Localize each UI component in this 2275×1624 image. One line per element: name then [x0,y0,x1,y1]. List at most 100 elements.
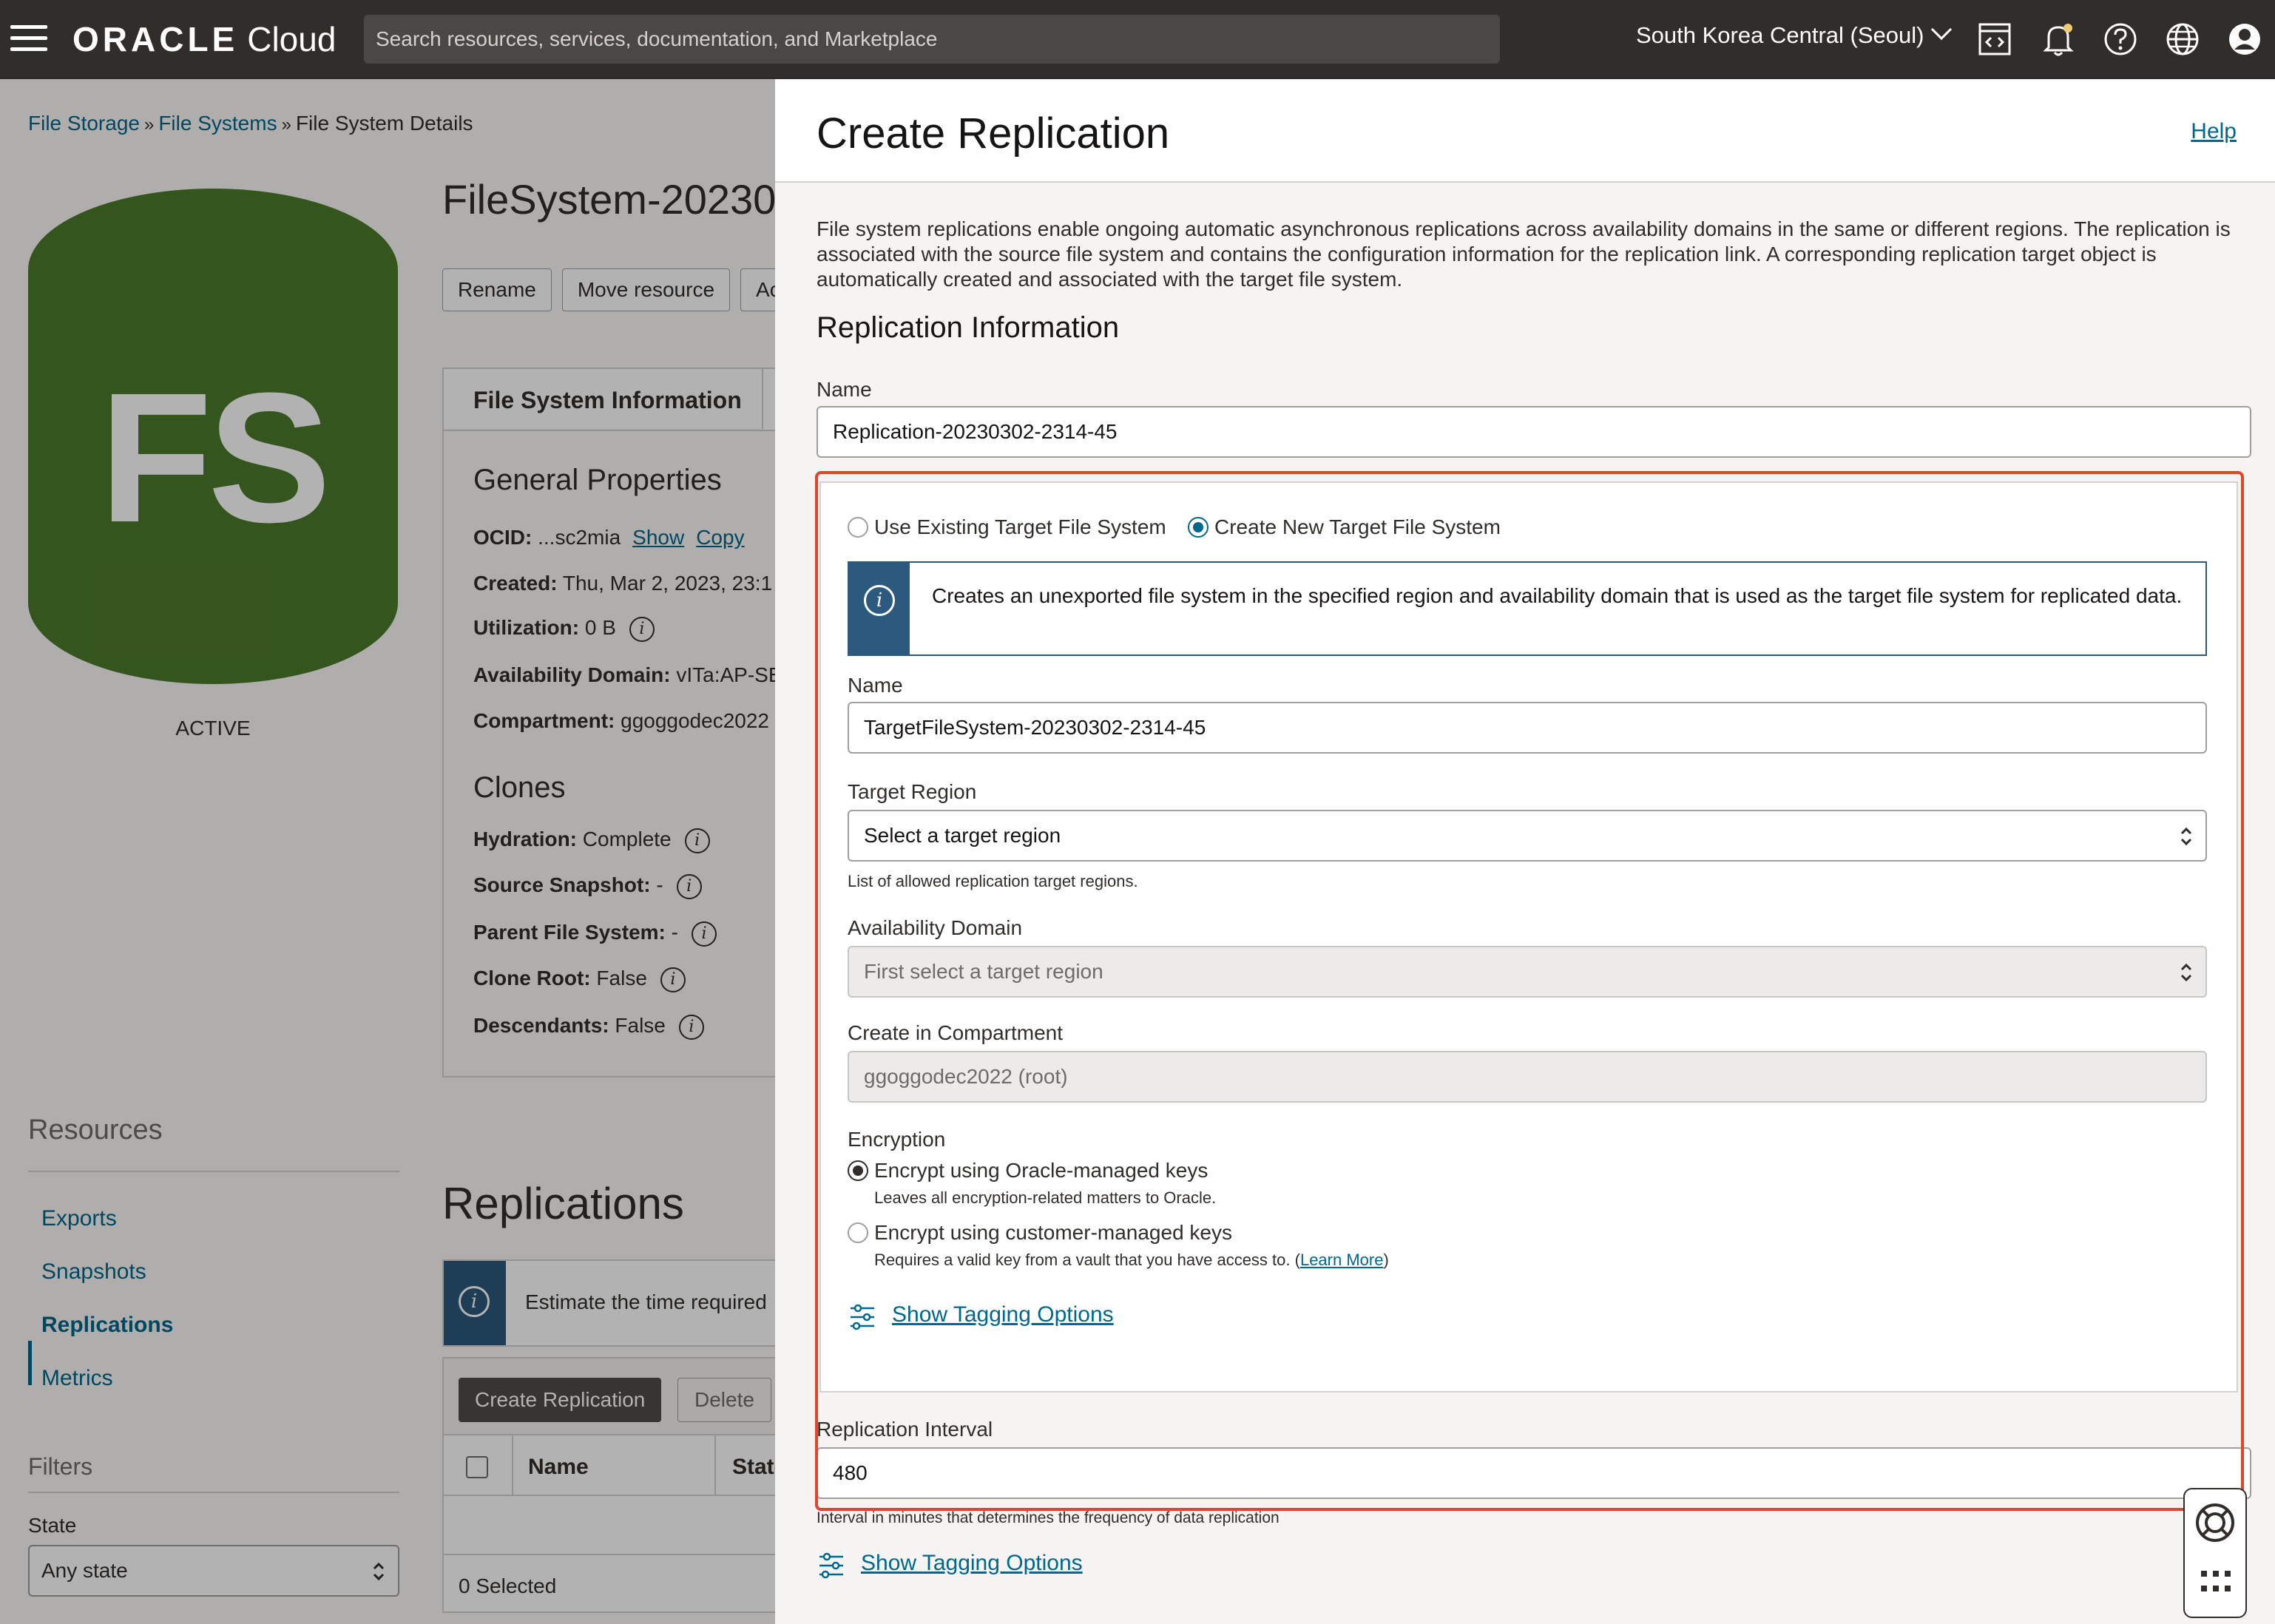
ocid-row: OCID: ...sc2mia Show Copy [473,526,745,549]
create-replication-panel: Create Replication Help File system repl… [775,79,2275,1624]
file-system-details-page: File Storage» File Systems» File System De… [0,79,775,1624]
estimate-callout: i Estimate the time required [442,1259,775,1347]
descendants-row: Descendants: False i [473,1014,704,1040]
breadcrumb: File Storage» File Systems» File System De… [28,112,473,135]
oracle-cloud-logo[interactable]: ORACLE Cloud [72,19,336,59]
learn-more-link[interactable]: Learn More [1300,1251,1384,1269]
availability-domain-select[interactable]: First select a target region [848,946,2207,998]
encryption-label: Encryption [848,1128,946,1151]
divider [28,1171,399,1172]
more-actions-button[interactable]: Ac [740,268,775,311]
create-new-target-radio[interactable]: Create New Target File System [1188,515,1501,539]
clones-heading: Clones [473,771,566,804]
tab-body: General Properties OCID: ...sc2mia Show Co… [444,430,775,1076]
replication-interval-hint: Interval in minutes that determines the … [817,1509,1280,1526]
show-tagging-options-link[interactable]: Show Tagging Options [861,1551,1083,1576]
customer-managed-keys-radio[interactable]: Encrypt using customer-managed keys [848,1221,1232,1245]
breadcrumb-current: File System Details [295,112,473,135]
ocid-copy-link[interactable]: Copy [696,526,744,549]
target-name-label: Name [848,674,903,697]
help-link[interactable]: Help [2191,119,2237,144]
clone-root-row: Clone Root: False i [473,967,686,992]
region-selector[interactable]: South Korea Central (Seoul) [1636,18,1953,49]
active-indicator [28,1341,32,1385]
info-icon[interactable]: i [629,616,655,642]
source-snapshot-row: Source Snapshot: -i [473,873,702,899]
chevron-down-icon [1931,18,1953,41]
hydration-row: Hydration: Complete i [473,828,710,853]
global-search-input[interactable] [364,15,1500,64]
replication-name-input[interactable] [817,406,2251,458]
panel-title: Create Replication [817,109,1170,158]
name-label: Name [817,378,872,401]
file-system-badge: FS [28,189,398,684]
created-row: Created: Thu, Mar 2, 2023, 23:1 [473,572,773,595]
resources-heading: Resources [28,1114,163,1146]
ocid-show-link[interactable]: Show [632,526,684,549]
panel-header: Create Replication Help [775,79,2275,183]
user-icon[interactable] [2223,18,2266,61]
column-header-state[interactable]: State [732,1455,775,1480]
details-tab-container: General Properties OCID: ...sc2mia Show Co… [442,368,775,1077]
target-region-select[interactable]: Select a target region [848,810,2207,862]
status-label: ACTIVE [175,717,251,740]
grid-icon [2201,1571,2231,1591]
breadcrumb-file-storage[interactable]: File Storage [28,112,140,135]
state-filter-label: State [28,1514,77,1537]
oracle-managed-keys-hint: Leaves all encryption-related matters to… [874,1188,1217,1207]
use-existing-target-radio[interactable]: Use Existing Target File System [848,515,1166,539]
tag-options-icon [851,1304,874,1330]
replication-interval-label: Replication Interval [817,1418,993,1441]
tab-file-system-information[interactable]: File System Information [444,369,763,430]
resource-link-replications[interactable]: Replications [41,1313,173,1338]
support-widget[interactable] [2183,1488,2247,1618]
top-navigation-bar: ORACLECloud South Korea Central (Seoul) [0,0,2275,79]
compartment-select[interactable]: ggoggodec2022 (root) [848,1051,2207,1103]
action-buttons: Rename Move resource Ac [442,268,775,311]
table-footer: 0 Selected [444,1554,775,1613]
menu-icon[interactable] [10,25,49,53]
replication-information-heading: Replication Information [817,311,1120,344]
info-icon[interactable]: i [691,921,717,947]
info-icon[interactable]: i [678,1014,704,1040]
resource-link-exports[interactable]: Exports [41,1206,117,1231]
state-filter-select[interactable]: Any state [28,1545,399,1597]
help-icon[interactable] [2099,18,2142,61]
select-chevron-icon [2180,827,2192,846]
info-icon[interactable]: i [676,873,702,899]
filters-heading: Filters [28,1453,93,1480]
info-icon[interactable]: i [684,828,710,853]
resource-link-snapshots[interactable]: Snapshots [41,1259,146,1285]
code-editor-icon[interactable] [1973,18,2016,61]
globe-icon[interactable] [2161,18,2204,61]
parent-file-system-row: Parent File System: -i [473,921,717,947]
replications-heading: Replications [442,1179,684,1228]
replication-interval-input[interactable] [817,1447,2251,1499]
tag-options-icon [819,1552,843,1579]
resource-link-metrics[interactable]: Metrics [41,1366,113,1391]
utilization-row: Utilization: 0 Bi [473,616,655,642]
oracle-managed-keys-radio[interactable]: Encrypt using Oracle-managed keys [848,1159,1208,1183]
target-region-hint: List of allowed replication target regio… [848,872,1138,890]
move-resource-button[interactable]: Move resource [561,268,731,311]
compartment-label: Create in Compartment [848,1021,1064,1044]
table-toolbar: Create Replication Delete [444,1359,775,1435]
show-tagging-options-link-target[interactable]: Show Tagging Options [892,1302,1114,1327]
target-name-input[interactable] [848,702,2207,754]
info-callout: i Creates an unexported file system in t… [848,561,2207,656]
delete-button[interactable]: Delete [677,1378,771,1422]
rename-button[interactable]: Rename [442,268,552,311]
select-all-checkbox[interactable] [466,1456,488,1478]
column-header-name[interactable]: Name [528,1455,589,1480]
breadcrumb-file-systems[interactable]: File Systems [158,112,277,135]
divider [28,1492,399,1493]
lifebuoy-icon [2196,1503,2234,1542]
target-region-label: Target Region [848,780,977,803]
info-icon[interactable]: i [660,967,686,992]
info-icon: i [864,585,895,616]
table-header: Name State [444,1435,775,1496]
bell-icon[interactable] [2037,18,2080,61]
create-replication-button[interactable]: Create Replication [459,1378,662,1422]
page-title: FileSystem-20230 [442,176,775,223]
select-chevron-icon [373,1562,385,1581]
